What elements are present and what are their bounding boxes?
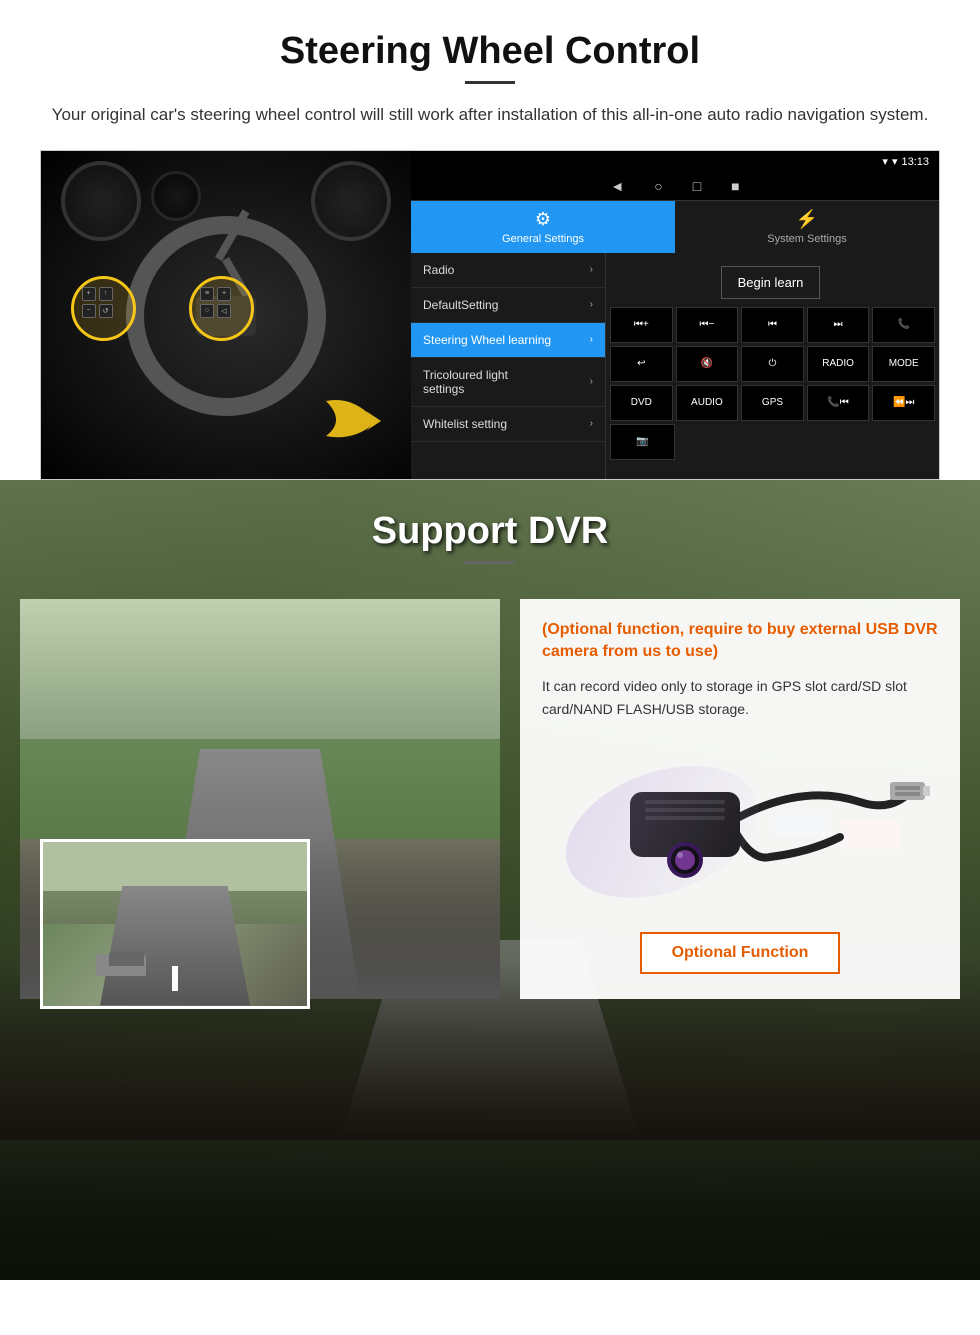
signal-icon: ▾ (882, 155, 888, 168)
ctrl-next[interactable]: ⏭ (807, 307, 870, 343)
chevron-icon: › (590, 264, 593, 275)
ctrl-dvd[interactable]: DVD (610, 385, 673, 421)
tab-general[interactable]: ⚙ General Settings (411, 201, 675, 253)
ctrl-prev[interactable]: ⏮ (741, 307, 804, 343)
status-icons: ▾ ▾ 13:13 (882, 155, 929, 168)
ctrl-mute[interactable]: 🔇 (676, 346, 739, 382)
yellow-arrow (321, 391, 401, 451)
menu-item-whitelist[interactable]: Whitelist setting › (411, 407, 605, 442)
settings-tabs: ⚙ General Settings ⚡ System Settings (411, 201, 939, 253)
dvr-title-divider (465, 561, 515, 564)
ctrl-audio[interactable]: AUDIO (676, 385, 739, 421)
right-panel: Begin learn ⏮+ ⏮− ⏮ ⏭ 📞 ↩ 🔇 ⏻ (606, 253, 939, 479)
chevron-icon: › (590, 334, 593, 345)
chevron-icon: › (590, 299, 593, 310)
control-button-grid-3: DVD AUDIO GPS 📞⏮ ⏪⏭ (610, 385, 935, 421)
menu-item-radio[interactable]: Radio › (411, 253, 605, 288)
recents-nav-icon[interactable]: □ (693, 178, 701, 194)
ctrl-vol-down[interactable]: ⏮− (676, 307, 739, 343)
section-steering: Steering Wheel Control Your original car… (0, 0, 980, 480)
ctrl-radio[interactable]: RADIO (807, 346, 870, 382)
status-bar: ▾ ▾ 13:13 (411, 151, 939, 173)
optional-btn-container: Optional Function (542, 932, 938, 974)
control-button-row-4: 📷 (610, 424, 935, 460)
ctrl-vol-up[interactable]: ⏮+ (610, 307, 673, 343)
ctrl-mode[interactable]: MODE (872, 346, 935, 382)
menu-nav-icon[interactable]: ■ (731, 178, 739, 194)
spoke-left (215, 209, 249, 261)
menu-item-steering[interactable]: Steering Wheel learning › (411, 323, 605, 358)
ctrl-gps[interactable]: GPS (741, 385, 804, 421)
ctrl-phone-prev[interactable]: 📞⏮ (807, 385, 870, 421)
ctrl-phone[interactable]: 📞 (872, 307, 935, 343)
home-nav-icon[interactable]: ○ (654, 178, 662, 194)
optional-function-button[interactable]: Optional Function (640, 932, 841, 974)
highlight-right: ≡ + ○ ◁ (189, 276, 254, 341)
tab-system-label: System Settings (767, 233, 846, 245)
android-ui: ▾ ▾ 13:13 ◄ ○ □ ■ ⚙ General Settings ⚡ (411, 151, 939, 479)
steering-wheel-image: + ↑ − ↺ ≡ + ○ ◁ (41, 151, 411, 480)
back-nav-icon[interactable]: ◄ (610, 178, 624, 194)
dvr-title: Support DVR (0, 510, 980, 553)
begin-learn-button[interactable]: Begin learn (721, 266, 821, 299)
menu-item-default[interactable]: DefaultSetting › (411, 288, 605, 323)
dvr-inset-road-line (172, 966, 178, 991)
nav-bar: ◄ ○ □ ■ (411, 173, 939, 201)
menu-item-tricolour[interactable]: Tricoloured light settings › (411, 358, 605, 407)
wifi-icon: ▾ (892, 155, 898, 168)
dvr-content: Support DVR (0, 480, 980, 1019)
dvr-main-layout: (Optional function, require to buy exter… (0, 579, 980, 1019)
dvr-optional-text: (Optional function, require to buy exter… (542, 619, 938, 664)
chevron-icon: › (590, 418, 593, 429)
tab-general-label: General Settings (502, 233, 584, 245)
ctrl-power[interactable]: ⏻ (741, 346, 804, 382)
settings-menu: Radio › DefaultSetting › Steering Wheel … (411, 253, 606, 479)
chevron-icon: › (590, 376, 593, 387)
dvr-left-panel (20, 599, 500, 999)
highlight-left: + ↑ − ↺ (71, 276, 136, 341)
dvr-camera-image (542, 732, 938, 912)
control-button-grid-2: ↩ 🔇 ⏻ RADIO MODE (610, 346, 935, 382)
settings-content: Radio › DefaultSetting › Steering Wheel … (411, 253, 939, 479)
dvr-bottom-overlay (0, 1080, 980, 1280)
ctrl-back[interactable]: ↩ (610, 346, 673, 382)
dvr-description: It can record video only to storage in G… (542, 675, 938, 720)
ctrl-skip[interactable]: ⏪⏭ (872, 385, 935, 421)
dvr-inset-road (100, 886, 250, 1006)
steering-panel: + ↑ − ↺ ≡ + ○ ◁ (40, 150, 940, 480)
page-title: Steering Wheel Control (40, 30, 940, 73)
title-divider (465, 81, 515, 84)
dvr-info-card: (Optional function, require to buy exter… (520, 599, 960, 999)
control-button-grid-1: ⏮+ ⏮− ⏮ ⏭ 📞 (610, 307, 935, 343)
dvr-title-area: Support DVR (0, 480, 980, 579)
time-display: 13:13 (901, 156, 929, 168)
system-icon: ⚡ (796, 209, 818, 230)
dvr-inset-view (40, 839, 310, 1009)
tab-system[interactable]: ⚡ System Settings (675, 201, 939, 253)
gear-icon: ⚙ (535, 209, 551, 230)
ctrl-camera[interactable]: 📷 (610, 424, 675, 460)
section-dvr: Support DVR (0, 480, 980, 1280)
section-subtitle: Your original car's steering wheel contr… (40, 102, 940, 128)
